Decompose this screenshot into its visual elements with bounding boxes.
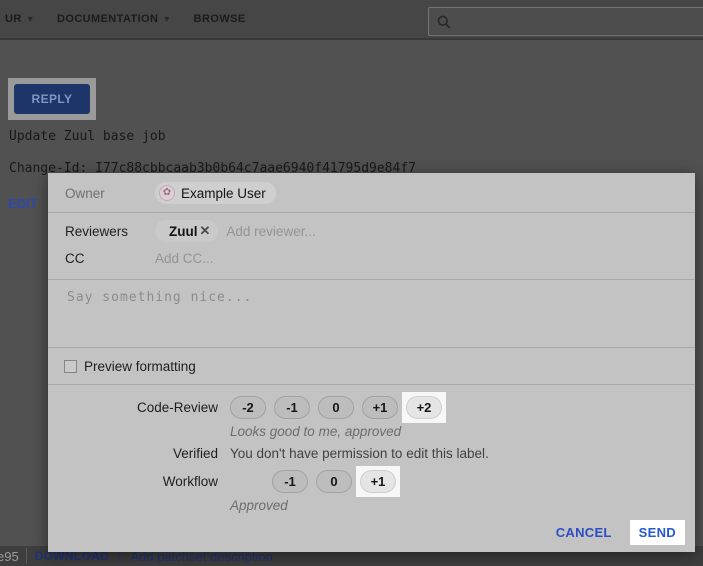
search-input[interactable] <box>457 14 687 29</box>
nav-item-ur[interactable]: UR ▼ <box>5 13 35 25</box>
vote-section: Code-Review -2 -1 0 +1 +2 Looks good to me, … <box>48 384 695 520</box>
edit-link[interactable]: EDIT <box>8 196 38 211</box>
vote-button-workflow-0[interactable]: 0 <box>312 466 356 497</box>
nav-item-label: UR <box>5 13 22 25</box>
code-review-description: Looks good to me, approved <box>230 424 695 439</box>
vote-button-workflow-+1[interactable]: +1 <box>356 466 400 497</box>
vote-pill-label: 0 <box>318 396 354 419</box>
vote-pill-label: -1 <box>272 470 308 493</box>
divider <box>48 212 695 213</box>
owner-label: Owner <box>65 186 155 201</box>
caret-down-icon: ▼ <box>162 15 171 24</box>
caret-down-icon: ▼ <box>26 15 35 24</box>
search-box[interactable] <box>428 7 703 36</box>
top-nav-bar: UR ▼ DOCUMENTATION ▼ BROWSE <box>0 0 703 40</box>
reply-button[interactable]: REPLY <box>14 84 90 114</box>
preview-formatting-label: Preview formatting <box>84 359 196 374</box>
code-review-vote-buttons: -2 -1 0 +1 +2 <box>226 392 446 423</box>
vote-pill-label: -1 <box>274 396 310 419</box>
search-icon <box>437 15 451 29</box>
add-cc-input[interactable] <box>155 251 355 266</box>
reply-button-highlight: REPLY <box>8 78 96 120</box>
vote-pill-label: -2 <box>230 396 266 419</box>
vote-button-code-review--1[interactable]: -1 <box>270 392 314 423</box>
reviewer-name: Zuul <box>169 224 198 239</box>
cc-label: CC <box>65 251 155 266</box>
nav-item-label: BROWSE <box>194 13 246 25</box>
reply-dialog: Owner ✿ Example User Reviewers Zuul ✕ CC <box>48 173 695 552</box>
remove-reviewer-icon[interactable]: ✕ <box>200 223 211 239</box>
vote-pill-label: +1 <box>360 470 396 493</box>
reviewer-chip-zuul[interactable]: Zuul ✕ <box>155 220 218 242</box>
vote-button-code-review--2[interactable]: -2 <box>226 392 270 423</box>
workflow-description: Approved <box>230 498 695 513</box>
avatar-icon: ✿ <box>159 185 175 201</box>
vote-pill-label: +2 <box>406 396 442 419</box>
preview-formatting-checkbox[interactable] <box>64 360 77 373</box>
vote-button-code-review-+2[interactable]: +2 <box>402 392 446 423</box>
nav-item-browse[interactable]: BROWSE <box>194 13 246 25</box>
message-textarea[interactable] <box>48 280 695 347</box>
reviewers-label: Reviewers <box>65 224 155 239</box>
verified-label: Verified <box>48 446 218 461</box>
commit-title: Update Zuul base job <box>9 129 166 144</box>
add-reviewer-input[interactable] <box>226 224 426 239</box>
vote-button-code-review-0[interactable]: 0 <box>314 392 358 423</box>
workflow-vote-buttons: -1 0 +1 <box>268 466 400 497</box>
owner-name: Example User <box>181 186 266 201</box>
vertical-divider <box>26 548 27 564</box>
message-area <box>48 279 695 348</box>
nav-item-documentation[interactable]: DOCUMENTATION ▼ <box>57 13 172 25</box>
nav-item-label: DOCUMENTATION <box>57 13 158 25</box>
workflow-label: Workflow <box>48 474 218 489</box>
owner-chip[interactable]: ✿ Example User <box>155 182 276 204</box>
sha-fragment: e95 <box>0 549 19 564</box>
send-button[interactable]: SEND <box>630 520 685 545</box>
vote-button-workflow--1[interactable]: -1 <box>268 466 312 497</box>
verified-permission-message: You don't have permission to edit this l… <box>230 446 489 461</box>
vote-pill-label: +1 <box>362 396 398 419</box>
code-review-label: Code-Review <box>48 400 218 415</box>
vote-button-code-review-+1[interactable]: +1 <box>358 392 402 423</box>
vote-pill-label: 0 <box>316 470 352 493</box>
cancel-button[interactable]: CANCEL <box>556 525 612 540</box>
